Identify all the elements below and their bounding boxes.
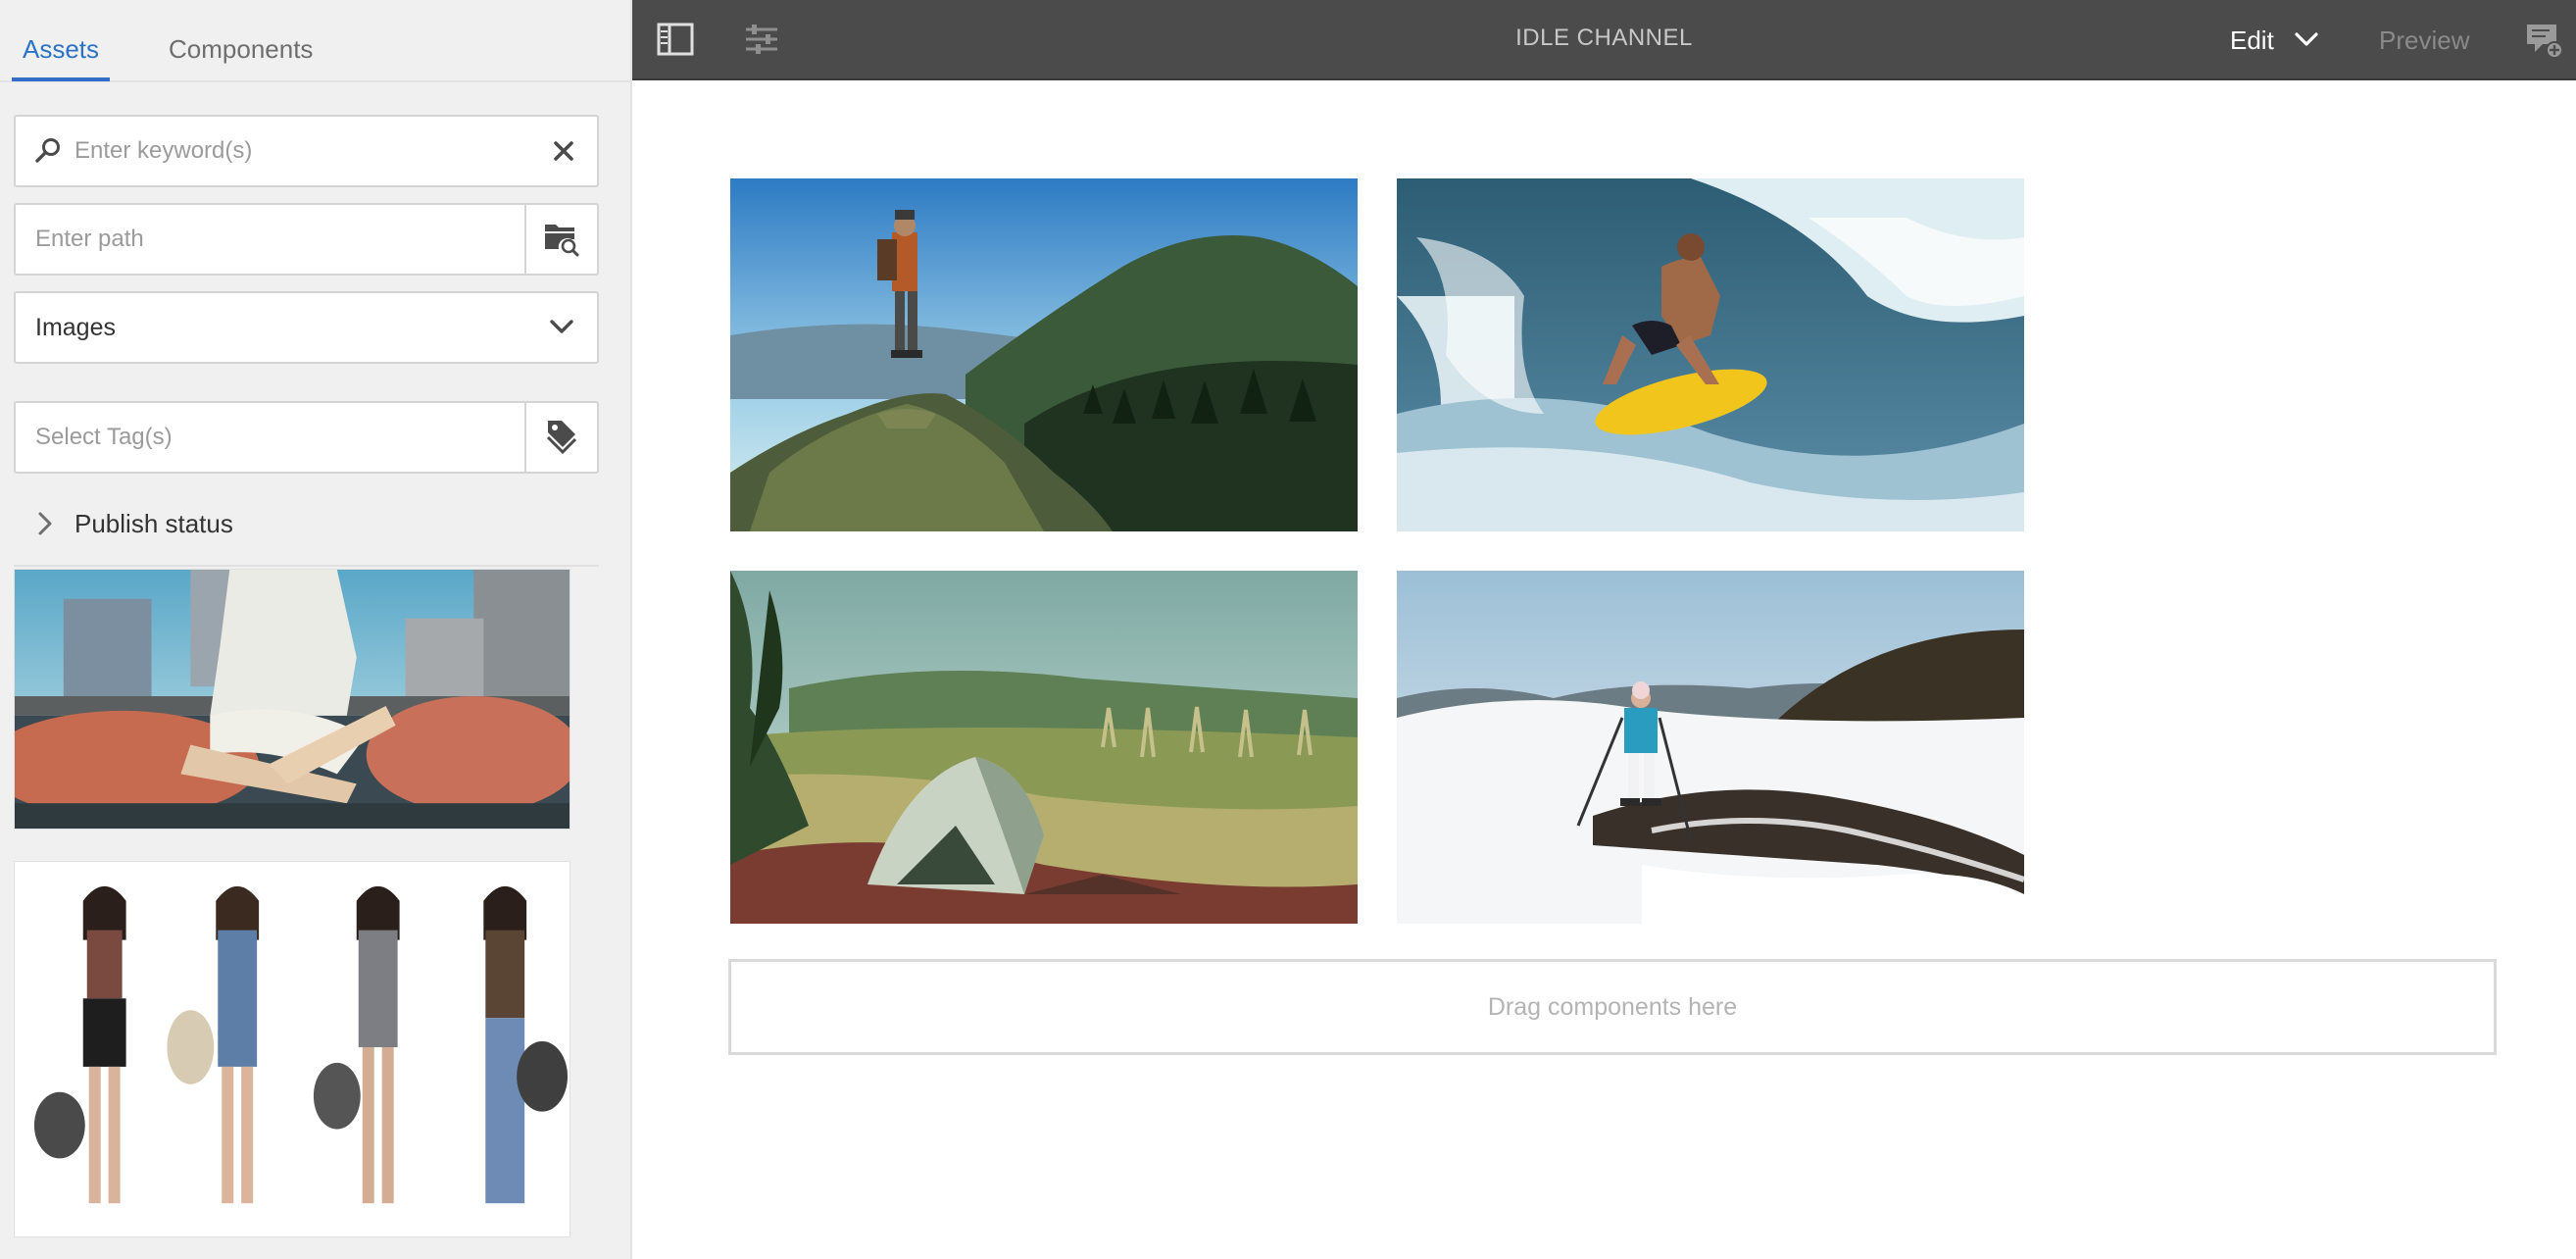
dropzone-label: Drag components here [1487, 992, 1738, 1021]
models-image [15, 862, 570, 1236]
component-dropzone[interactable]: Drag components here [728, 959, 2497, 1055]
chevron-down-icon [2295, 32, 2318, 46]
path-browser-button[interactable] [524, 205, 597, 274]
page-properties-icon[interactable] [742, 20, 781, 59]
asset-type-value: Images [35, 314, 116, 341]
tag-input[interactable]: Select Tag(s) [35, 403, 173, 472]
publish-status-label: Publish status [74, 508, 233, 538]
image-component-tent[interactable] [730, 571, 1358, 924]
image-component-snowshoe[interactable] [1397, 571, 2024, 924]
rooftop-image [15, 570, 570, 829]
editor-toolbar: IDLE CHANNEL Edit Preview [632, 0, 2576, 80]
hiker-image [730, 178, 1358, 531]
active-tab-indicator [12, 77, 110, 81]
surfer-image [1397, 178, 2024, 531]
search-icon [35, 138, 60, 163]
side-panel-toggle-icon[interactable] [656, 20, 695, 59]
keyword-search-field[interactable]: Enter keyword(s) [14, 115, 599, 187]
side-panel-tabs: Assets Components [0, 0, 630, 82]
asset-thumbnail-models[interactable] [14, 861, 570, 1237]
tag-icon [546, 421, 577, 455]
image-component-hiker[interactable] [730, 178, 1358, 531]
mode-select-edit[interactable]: Edit [2230, 0, 2319, 80]
path-input[interactable]: Enter path [35, 205, 144, 274]
folder-search-icon [545, 225, 579, 257]
path-field[interactable]: Enter path [14, 203, 599, 276]
page-canvas: Drag components here [634, 82, 2576, 1259]
asset-type-select[interactable]: Images [14, 291, 599, 364]
tag-picker-button[interactable] [524, 403, 597, 472]
divider [14, 565, 599, 567]
mode-label: Edit [2230, 25, 2274, 55]
chevron-down-icon [550, 320, 573, 333]
tab-assets[interactable]: Assets [12, 0, 110, 82]
tent-image [730, 571, 1358, 924]
annotations-icon[interactable] [2524, 22, 2563, 59]
side-panel: Assets Components Enter keyword(s) Enter… [0, 0, 632, 1259]
image-component-surfer[interactable] [1397, 178, 2024, 531]
asset-thumbnail-rooftop[interactable] [14, 569, 570, 830]
clear-icon[interactable] [548, 135, 579, 167]
publish-status-toggle[interactable]: Publish status [35, 504, 233, 543]
search-input[interactable]: Enter keyword(s) [74, 117, 252, 185]
tag-field[interactable]: Select Tag(s) [14, 401, 599, 474]
preview-button[interactable]: Preview [2379, 0, 2469, 80]
tab-components[interactable]: Components [169, 0, 313, 82]
snowshoe-image [1397, 571, 2024, 924]
chevron-right-icon [38, 512, 52, 535]
